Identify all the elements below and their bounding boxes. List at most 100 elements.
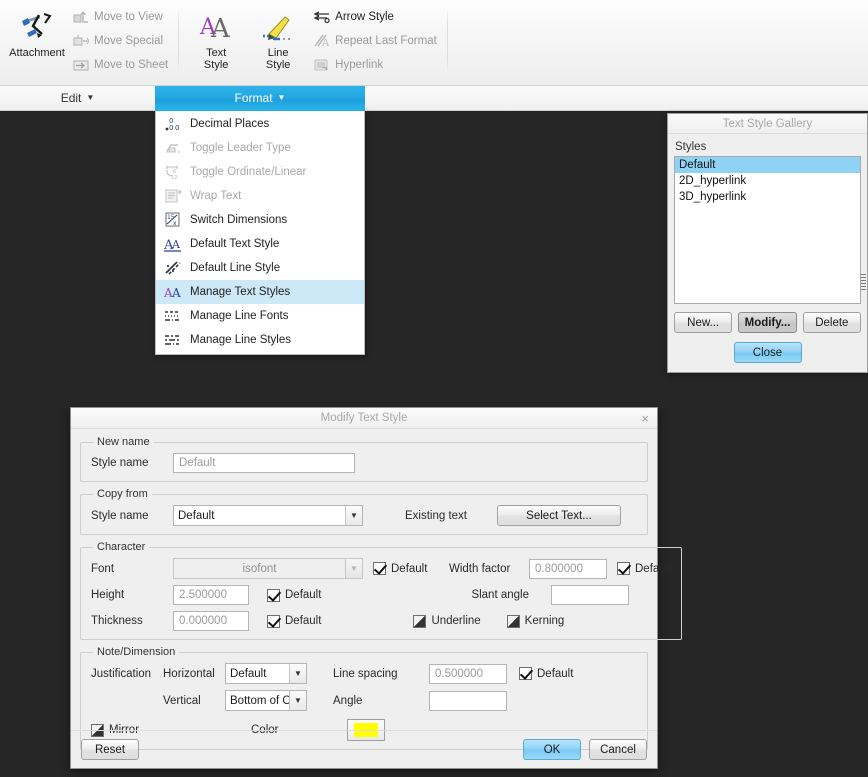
menu-item-default-line-style[interactable]: Default Line Style	[156, 256, 364, 280]
checkbox-box	[267, 614, 280, 628]
svg-text:A: A	[171, 238, 181, 251]
horizontal-value: Default	[230, 667, 267, 680]
svg-text:x: x	[173, 220, 177, 227]
chevron-down-icon: ▼	[289, 664, 306, 683]
menu-item-manage-line-fonts[interactable]: Manage Line Fonts	[156, 304, 364, 328]
chevron-down-icon: ▼	[277, 93, 286, 102]
close-icon[interactable]: ×	[641, 408, 649, 429]
checkbox-box	[506, 614, 520, 628]
move-special-label: Move Special	[94, 35, 164, 47]
menu-item-label: Switch Dimensions	[190, 214, 288, 226]
manage-line-fonts-icon	[162, 307, 184, 325]
arrow-style-icon	[313, 9, 331, 25]
vertical-justification-row: Vertical Bottom of Orig ▼ Angle	[91, 690, 637, 711]
menu-item-manage-text-styles[interactable]: A A Manage Text Styles	[156, 280, 364, 304]
menu-item-label: Toggle Leader Type	[190, 142, 291, 154]
list-item[interactable]: 2D_hyperlink	[675, 173, 860, 189]
menu-item-label: Default Line Style	[190, 262, 281, 274]
move-to-sheet-button[interactable]: Move to Sheet	[68, 54, 172, 76]
menu-item-toggle-ordinate-linear[interactable]: 6 12 Toggle Ordinate/Linear	[156, 160, 364, 184]
menu-item-label: Default Text Style	[190, 238, 280, 250]
svg-text:0: 0	[175, 124, 179, 132]
attachment-label: Attachment	[9, 47, 65, 59]
svg-text:A: A	[171, 286, 181, 300]
new-style-button[interactable]: New...	[674, 312, 733, 333]
select-text-button[interactable]: Select Text...	[497, 505, 621, 526]
gallery-styles-list[interactable]: Default 2D_hyperlink 3D_hyperlink	[674, 156, 861, 304]
move-special-button[interactable]: Move Special	[68, 30, 172, 52]
text-style-label: Text Style	[203, 47, 229, 71]
menu-item-label: Decimal Places	[190, 118, 270, 130]
slant-angle-input[interactable]	[551, 585, 630, 605]
kerning-checkbox[interactable]: Kerning	[506, 614, 564, 628]
hyperlink-button[interactable]: Hyperlink	[309, 54, 441, 76]
hyperlink-icon	[313, 57, 331, 73]
move-to-view-button[interactable]: Move to View	[68, 6, 172, 28]
repeat-last-format-button[interactable]: A Repeat Last Format	[309, 30, 441, 52]
menu-item-manage-line-styles[interactable]: Manage Line Styles	[156, 328, 364, 352]
tab-edit[interactable]: Edit ▼	[0, 86, 155, 111]
height-default-label: Default	[285, 589, 322, 601]
move-commands-column: Move to View Move Special Move to Sheet	[68, 5, 172, 77]
close-gallery-button[interactable]: Close	[733, 342, 802, 363]
thickness-label: Thickness	[91, 615, 143, 627]
attachment-button[interactable]: Attachment	[6, 5, 68, 59]
ribbon-separator-2	[446, 8, 448, 74]
checkbox-box	[413, 614, 427, 628]
menu-item-toggle-leader-type[interactable]: Toggle Leader Type	[156, 136, 364, 160]
height-input[interactable]: 2.500000	[173, 585, 249, 605]
arrow-style-button[interactable]: Arrow Style	[309, 6, 441, 28]
copy-from-legend: Copy from	[97, 488, 148, 500]
arrow-style-label: Arrow Style	[335, 11, 394, 23]
toggle-ordinate-linear-icon: 6 12	[162, 163, 184, 181]
width-factor-label: Width factor	[449, 562, 511, 575]
width-factor-default-label: Default	[635, 562, 672, 575]
new-style-name-input[interactable]: Default	[173, 453, 355, 473]
dialog-title-bar: Modify Text Style ×	[71, 408, 657, 429]
list-item[interactable]: 3D_hyperlink	[675, 189, 860, 205]
move-to-view-icon	[72, 9, 90, 25]
font-select[interactable]: isofont ▼	[173, 558, 363, 579]
line-spacing-default-checkbox[interactable]: Default	[519, 667, 573, 680]
thickness-input[interactable]: 0.000000	[173, 611, 249, 631]
modify-style-button[interactable]: Modify...	[738, 312, 797, 333]
line-style-button[interactable]: Line Style	[247, 5, 309, 71]
reset-button[interactable]: Reset	[81, 739, 139, 760]
menu-item-switch-dimensions[interactable]: 15 x Switch Dimensions	[156, 208, 364, 232]
thickness-default-checkbox[interactable]: Default	[267, 614, 321, 628]
width-factor-input[interactable]: 0.800000	[529, 558, 607, 579]
angle-input[interactable]	[429, 690, 507, 711]
list-item[interactable]: Default	[675, 157, 860, 173]
vertical-label: Vertical	[163, 694, 201, 707]
move-to-sheet-icon	[72, 57, 90, 73]
copy-from-style-name-select[interactable]: Default ▼	[173, 505, 363, 526]
menu-item-default-text-style[interactable]: A A Default Text Style	[156, 232, 364, 256]
text-style-button[interactable]: A A Text Style	[185, 5, 247, 71]
text-style-gallery-dialog: Text Style Gallery Styles Default 2D_hyp…	[667, 113, 868, 373]
format-commands-column: Arrow Style A Repeat Last Format Hyperli…	[309, 5, 441, 77]
underline-checkbox[interactable]: Underline	[413, 614, 481, 628]
copy-from-style-name-label: Style name	[91, 509, 149, 522]
horizontal-select[interactable]: Default ▼	[225, 663, 307, 684]
justification-label: Justification	[91, 667, 152, 680]
delete-style-button[interactable]: Delete	[802, 312, 861, 333]
checkbox-box	[519, 667, 532, 680]
gallery-button-row: New... Modify... Delete	[674, 312, 861, 333]
ok-button[interactable]: OK	[523, 739, 581, 760]
menu-item-decimal-places[interactable]: 0 0 0 Decimal Places	[156, 112, 364, 136]
height-default-checkbox[interactable]: Default	[267, 588, 322, 602]
switch-dimensions-icon: 15 x	[162, 211, 184, 229]
font-default-checkbox[interactable]: Default	[373, 562, 441, 575]
width-factor-default-checkbox[interactable]: Default	[617, 562, 671, 575]
gallery-body: Styles Default 2D_hyperlink 3D_hyperlink…	[668, 134, 867, 363]
vertical-select[interactable]: Bottom of Orig ▼	[225, 690, 307, 711]
font-row: Font isofont ▼ Default Width factor 0.80…	[91, 558, 671, 579]
attachment-icon	[20, 9, 54, 47]
gallery-resize-handle[interactable]	[861, 274, 866, 290]
line-spacing-input[interactable]: 0.500000	[429, 663, 507, 684]
cancel-button[interactable]: Cancel	[589, 739, 647, 760]
tab-format[interactable]: Format ▼	[155, 86, 365, 111]
font-default-label: Default	[391, 562, 428, 575]
new-name-row: Style name Default	[91, 453, 637, 473]
menu-item-wrap-text[interactable]: Wrap Text	[156, 184, 364, 208]
